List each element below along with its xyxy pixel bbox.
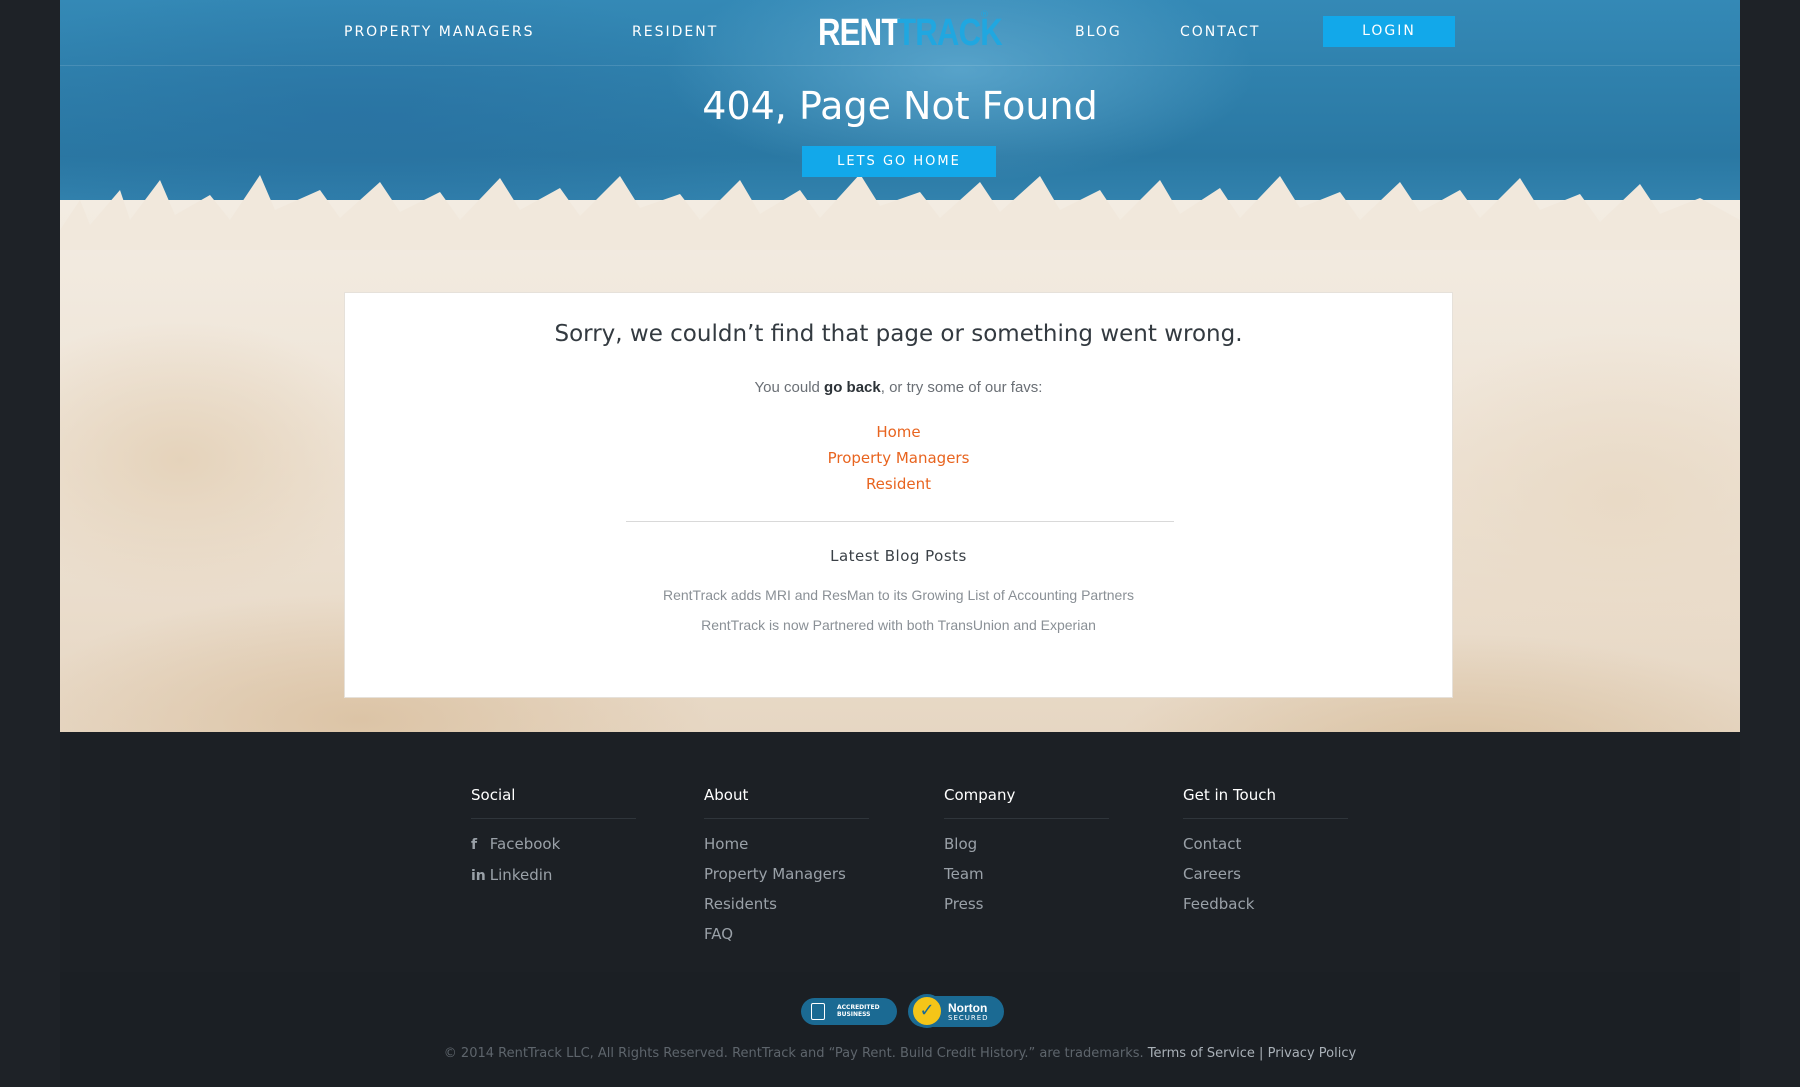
footer-contact-column: Get in Touch Contact Careers Feedback (1183, 786, 1348, 919)
linkedin-icon: in (471, 868, 486, 884)
footer-link-residents[interactable]: Residents (704, 889, 869, 919)
bbb-accredited-badge[interactable]: ACCREDITED BUSINESS (801, 998, 897, 1025)
linkedin-label: Linkedin (489, 866, 553, 884)
footer-link-careers[interactable]: Careers (1183, 859, 1348, 889)
lets-go-home-button[interactable]: LETS GO HOME (802, 146, 996, 177)
norton-line2: SECURED (948, 1014, 989, 1022)
footer-company-title: Company (944, 786, 1109, 819)
logo-registered-mark: ® (980, 10, 989, 20)
card-divider (626, 521, 1174, 522)
nav-property-managers[interactable]: PROPERTY MANAGERS (344, 24, 535, 40)
page: PROPERTY MANAGERS RESIDENT RENT TRACK ® … (60, 0, 1740, 1087)
norton-secured-badge[interactable]: ✓ Norton SECURED (908, 994, 1004, 1028)
facebook-link[interactable]: f Facebook (471, 829, 636, 860)
blog-post-link[interactable]: RentTrack is now Partnered with both Tra… (345, 617, 1452, 633)
blog-post-link[interactable]: RentTrack adds MRI and ResMan to its Gro… (345, 587, 1452, 603)
footer-contact-title: Get in Touch (1183, 786, 1348, 819)
copyright-line: © 2014 RentTrack LLC, All Rights Reserve… (60, 1046, 1740, 1061)
fur-edge-decoration (60, 174, 1740, 250)
footer-separator: | (1259, 1046, 1264, 1061)
terms-of-service-link[interactable]: Terms of Service (1148, 1046, 1255, 1061)
footer-link-blog[interactable]: Blog (944, 829, 1109, 859)
bbb-line1: ACCREDITED (837, 1004, 880, 1011)
bbb-line2: BUSINESS (837, 1011, 871, 1018)
footer-link-property-managers[interactable]: Property Managers (704, 859, 869, 889)
facebook-icon: f (471, 837, 478, 853)
top-navigation: PROPERTY MANAGERS RESIDENT RENT TRACK ® … (60, 0, 1740, 66)
footer-social-column: Social f Facebook in Linkedin (471, 786, 636, 891)
nav-resident[interactable]: RESIDENT (632, 24, 718, 40)
hero-section: PROPERTY MANAGERS RESIDENT RENT TRACK ® … (60, 0, 1740, 732)
page-title: 404, Page Not Found (702, 84, 1098, 128)
bottom-bar: ACCREDITED BUSINESS ✓ Norton SECURED © 2… (60, 972, 1740, 1087)
norton-check-icon: ✓ (910, 994, 944, 1028)
go-back-link[interactable]: go back (824, 379, 881, 396)
bbb-logo-icon (811, 1003, 825, 1020)
fav-link-property-managers[interactable]: Property Managers (345, 449, 1452, 467)
footer-social-title: Social (471, 786, 636, 819)
nav-contact[interactable]: CONTACT (1180, 24, 1260, 40)
renttrack-logo[interactable]: RENT TRACK ® (818, 10, 1003, 54)
footer: Social f Facebook in Linkedin About Home… (60, 732, 1740, 972)
nav-blog[interactable]: BLOG (1075, 24, 1122, 40)
footer-company-column: Company Blog Team Press (944, 786, 1109, 919)
fav-link-resident[interactable]: Resident (345, 475, 1452, 493)
error-intro: You could go back, or try some of our fa… (345, 379, 1452, 396)
footer-about-title: About (704, 786, 869, 819)
intro-text-after: , or try some of our favs: (880, 379, 1043, 396)
latest-blog-posts-heading: Latest Blog Posts (830, 547, 967, 565)
footer-link-feedback[interactable]: Feedback (1183, 889, 1348, 919)
error-card: Sorry, we couldn’t find that page or som… (344, 292, 1453, 698)
copyright-text: © 2014 RentTrack LLC, All Rights Reserve… (443, 1046, 1144, 1061)
error-heading: Sorry, we couldn’t find that page or som… (554, 321, 1243, 347)
footer-link-contact[interactable]: Contact (1183, 829, 1348, 859)
facebook-label: Facebook (489, 835, 561, 853)
footer-link-team[interactable]: Team (944, 859, 1109, 889)
fav-link-home[interactable]: Home (345, 423, 1452, 441)
privacy-policy-link[interactable]: Privacy Policy (1268, 1046, 1357, 1061)
intro-text-before: You could (754, 379, 825, 396)
login-button[interactable]: LOGIN (1323, 16, 1455, 47)
footer-link-home[interactable]: Home (704, 829, 869, 859)
footer-link-faq[interactable]: FAQ (704, 919, 869, 949)
norton-line1: Norton (948, 1001, 988, 1015)
footer-about-column: About Home Property Managers Residents F… (704, 786, 869, 949)
footer-link-press[interactable]: Press (944, 889, 1109, 919)
linkedin-link[interactable]: in Linkedin (471, 860, 636, 891)
logo-rent-text: RENT (818, 12, 900, 54)
